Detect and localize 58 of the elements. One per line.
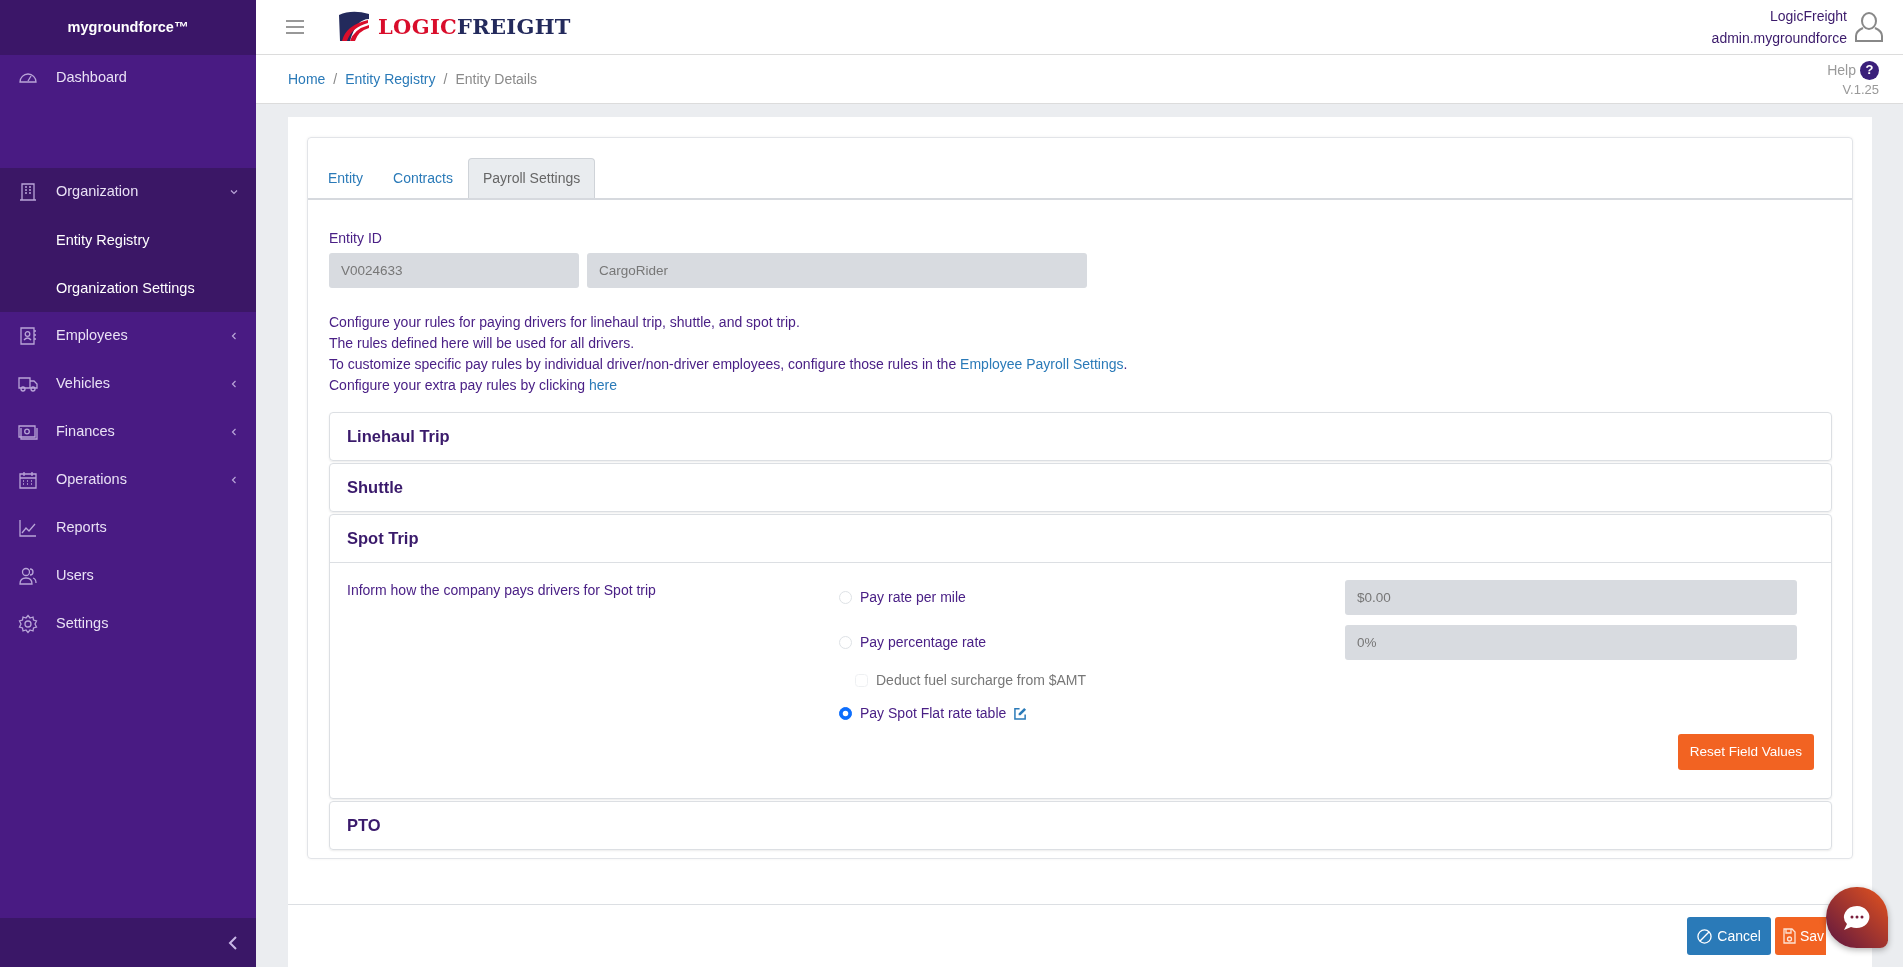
sidebar-item[interactable]: Dashboard [0,55,256,168]
user-avatar-icon[interactable] [1855,11,1883,43]
version-label: V.1.25 [1841,81,1879,99]
radio-button[interactable] [839,707,852,720]
description-text: Configure your rules for paying drivers for linehaul trip, shuttle, and spot trip. [329,313,801,332]
help-icon[interactable]: ? [1860,60,1879,80]
calendar-icon [18,470,38,490]
sidebar-item[interactable]: Settings [0,600,256,648]
sidebar-item[interactable]: Employees [0,312,256,360]
line-chart-icon [18,518,38,538]
breadcrumb-link[interactable]: Entity Registry [345,68,436,90]
accordion-header[interactable]: Linehaul Trip [330,413,1831,460]
option-label: Pay percentage rate [860,633,987,652]
inline-link[interactable]: here [588,377,617,393]
breadcrumb-separator: / [443,69,448,89]
save-icon [1782,928,1796,944]
option-label: Pay Spot Flat rate table [860,704,1007,723]
tab[interactable]: Entity [313,158,378,198]
cancel-icon [1697,928,1713,944]
sidebar-item[interactable]: Vehicles [0,360,256,408]
company-name: LogicFreight [1768,7,1847,26]
description-text: The rules defined here will be used for all drivers. [329,334,636,353]
sidebar-item[interactable]: Finances [0,408,256,456]
sidebar-subitem[interactable]: Entity Registry [0,216,256,264]
tab[interactable]: Payroll Settings [467,158,596,198]
description-text: To customize specific pay rules by individual driver/non-driver employees, configure those rules in the Employee Payroll Settings. [329,355,1129,374]
accordion-header[interactable]: PTO [330,802,1831,849]
sidebar-item[interactable]: Reports [0,504,256,552]
logo-text: LOGICFREIGHT [378,13,571,42]
chat-icon [1842,903,1872,932]
breadcrumb-current: Entity Details [455,69,538,89]
building-icon [18,182,38,202]
sidebar-item[interactable]: Operations [0,456,256,504]
brand-name: mygroundforce™ [0,0,256,55]
prompt-text: Inform how the company pays drivers for Spot trip [347,581,657,600]
accordion-header[interactable]: Spot Trip [330,515,1831,562]
option-label: Deduct fuel surcharge from $AMT [876,671,1087,690]
users-icon [18,566,38,586]
truck-icon [18,374,38,394]
breadcrumb-link[interactable]: Home [288,68,326,90]
tab[interactable]: Contracts [378,158,468,198]
cancel-button[interactable]: Cancel [1687,917,1771,955]
sidebar-subitem[interactable]: Organization Settings [0,264,256,312]
breadcrumb-separator: / [333,69,338,89]
field-label: Entity ID [329,229,382,248]
banknote-icon [18,422,38,442]
accordion-header[interactable]: Shuttle [330,464,1831,511]
collapse-icon[interactable] [228,935,238,950]
settings-icon [18,614,38,634]
edit-icon[interactable] [1014,707,1028,720]
menu-icon[interactable] [286,20,304,34]
option-label: Pay rate per mile [860,588,966,607]
inline-link[interactable]: Employee Payroll Settings [960,356,1124,372]
sidebar-item[interactable]: Users [0,552,256,600]
account-name: admin.mygroundforce [1711,29,1847,48]
sidebar-item[interactable]: Organization [0,168,256,216]
contact-card-icon [18,326,38,346]
description-text: Configure your extra pay rules by clicking here [329,376,618,395]
